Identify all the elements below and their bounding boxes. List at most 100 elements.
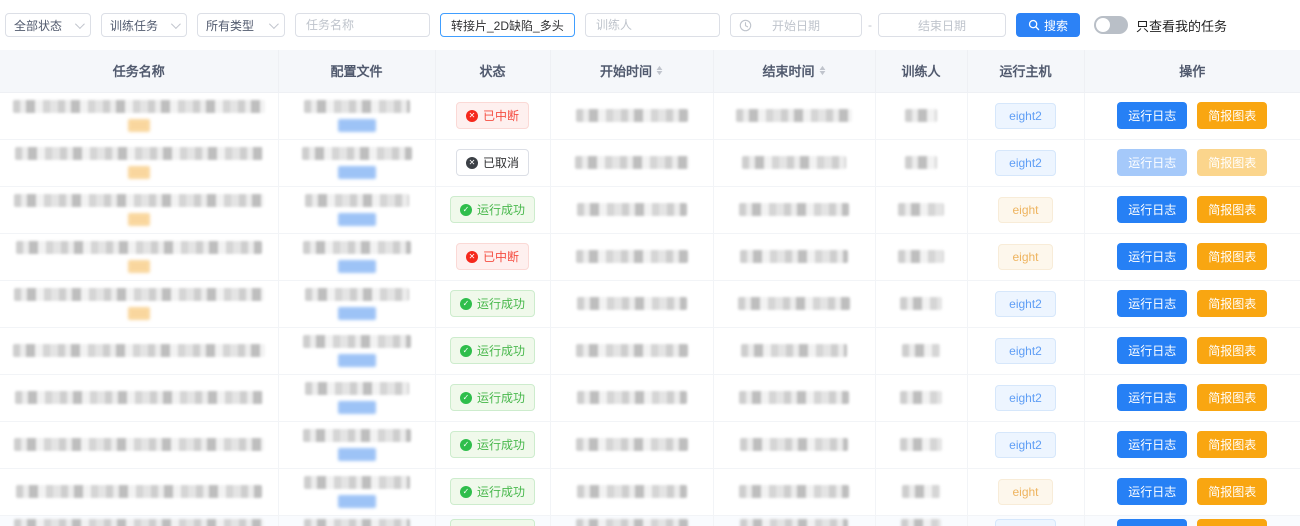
trainer-redacted-text [900, 438, 942, 451]
task-type-select[interactable]: 训练任务 [101, 13, 187, 37]
status-cell: ✓ 运行成功 [435, 280, 550, 327]
trainer-redacted-text [898, 250, 944, 263]
actions-cell: 运行日志 简报图表 [1084, 280, 1300, 327]
actions-cell: 运行日志 简报图表 [1084, 92, 1300, 139]
report-chart-button[interactable]: 简报图表 [1197, 290, 1267, 317]
my-tasks-toggle[interactable] [1094, 16, 1128, 34]
config-file-link[interactable] [338, 307, 376, 320]
end-time-cell [713, 468, 875, 515]
run-log-button[interactable]: 运行日志 [1117, 196, 1187, 223]
search-button[interactable]: 搜索 [1016, 13, 1080, 37]
col-header-actions: 操作 [1084, 50, 1300, 92]
config-file-redacted-text [304, 476, 410, 489]
report-chart-button[interactable]: 简报图表 [1197, 519, 1267, 526]
config-file-link[interactable] [338, 354, 376, 367]
trainer-input[interactable] [585, 13, 720, 37]
status-icon: ✕ [466, 251, 478, 263]
report-chart-button[interactable]: 简报图表 [1197, 196, 1267, 223]
col-header-start-time[interactable]: 开始时间 ▲▼ [550, 50, 713, 92]
run-log-button[interactable]: 运行日志 [1117, 290, 1187, 317]
config-file-link[interactable] [338, 119, 376, 132]
col-header-end-time[interactable]: 结束时间 ▲▼ [713, 50, 875, 92]
report-chart-button[interactable]: 简报图表 [1197, 478, 1267, 505]
actions-cell: 运行日志 简报图表 [1084, 233, 1300, 280]
start-time-redacted-text [577, 297, 687, 310]
run-log-button[interactable]: 运行日志 [1117, 102, 1187, 129]
trainer-cell [875, 327, 967, 374]
status-select[interactable]: 全部状态 [5, 13, 91, 37]
status-icon: ✓ [460, 345, 472, 357]
trainer-cell [875, 515, 967, 526]
status-icon: ✓ [460, 392, 472, 404]
run-log-button[interactable]: 运行日志 [1117, 243, 1187, 270]
table-row: ✕ 已中断 eight2 运行日志 简报图表 [0, 92, 1300, 139]
report-chart-button[interactable]: 简报图表 [1197, 384, 1267, 411]
config-file-redacted-text [305, 194, 409, 207]
end-time-cell [713, 515, 875, 526]
config-file-link[interactable] [338, 166, 376, 179]
status-icon: ✓ [460, 486, 472, 498]
end-time-cell [713, 327, 875, 374]
config-file-cell [278, 139, 435, 186]
report-chart-button[interactable]: 简报图表 [1197, 243, 1267, 270]
trainer-redacted-text [902, 485, 940, 498]
status-cell: ✓ 运行成功 [435, 327, 550, 374]
end-date-input[interactable]: 结束日期 [878, 13, 1006, 37]
sort-icon[interactable]: ▲▼ [819, 66, 826, 76]
host-cell: eight2 [967, 515, 1084, 526]
config-file-link[interactable] [338, 448, 376, 461]
start-time-cell [550, 327, 713, 374]
task-name-cell [0, 233, 278, 280]
status-cell: ✓ 运行成功 [435, 186, 550, 233]
report-chart-button[interactable]: 简报图表 [1197, 102, 1267, 129]
start-time-redacted-text [576, 519, 688, 526]
category-select-value: 所有类型 [206, 17, 254, 34]
report-chart-button[interactable]: 简报图表 [1197, 149, 1267, 176]
task-name-redacted-text [15, 147, 263, 160]
config-file-cell [278, 233, 435, 280]
status-select-value: 全部状态 [14, 17, 62, 34]
host-tag: eight2 [995, 519, 1056, 526]
run-log-button[interactable]: 运行日志 [1117, 478, 1187, 505]
start-time-cell [550, 468, 713, 515]
start-date-input[interactable]: 开始日期 [730, 13, 862, 37]
config-file-cell [278, 92, 435, 139]
table-row: ✕ 已取消 eight2 运行日志 简报图表 [0, 139, 1300, 186]
status-cell: ✓ 运行成功 [435, 374, 550, 421]
run-log-button[interactable]: 运行日志 [1117, 519, 1187, 526]
status-icon: ✓ [460, 298, 472, 310]
end-date-placeholder: 结束日期 [918, 17, 966, 34]
start-time-cell [550, 186, 713, 233]
sort-icon[interactable]: ▲▼ [656, 66, 663, 76]
config-file-link[interactable] [338, 213, 376, 226]
task-name-redacted-text [14, 288, 264, 301]
config-file-cell [278, 468, 435, 515]
status-cell: ✓ 运行成功 [435, 421, 550, 468]
start-time-redacted-text [576, 344, 688, 357]
task-name-input[interactable] [295, 13, 430, 37]
table-row: ✓ 运行成功 eight 运行日志 简报图表 [0, 468, 1300, 515]
status-badge: ✕ 已取消 [456, 149, 529, 176]
category-select[interactable]: 所有类型 [197, 13, 285, 37]
task-name-search-input[interactable] [440, 13, 575, 37]
host-cell: eight [967, 186, 1084, 233]
config-file-link[interactable] [338, 260, 376, 273]
run-log-button[interactable]: 运行日志 [1117, 337, 1187, 364]
task-name-redacted-text [14, 438, 264, 451]
col-header-task-name: 任务名称 [0, 50, 278, 92]
run-log-button[interactable]: 运行日志 [1117, 431, 1187, 458]
host-cell: eight2 [967, 139, 1084, 186]
report-chart-button[interactable]: 简报图表 [1197, 431, 1267, 458]
config-file-link[interactable] [338, 401, 376, 414]
host-cell: eight2 [967, 92, 1084, 139]
config-file-redacted-text [303, 335, 411, 348]
trainer-cell [875, 374, 967, 421]
host-tag: eight2 [995, 432, 1056, 458]
task-name-cell [0, 468, 278, 515]
report-chart-button[interactable]: 简报图表 [1197, 337, 1267, 364]
run-log-button[interactable]: 运行日志 [1117, 384, 1187, 411]
config-file-link[interactable] [338, 495, 376, 508]
run-log-button[interactable]: 运行日志 [1117, 149, 1187, 176]
status-badge: ✓ 运行成功 [450, 384, 535, 411]
task-name-redacted-text [14, 194, 264, 207]
